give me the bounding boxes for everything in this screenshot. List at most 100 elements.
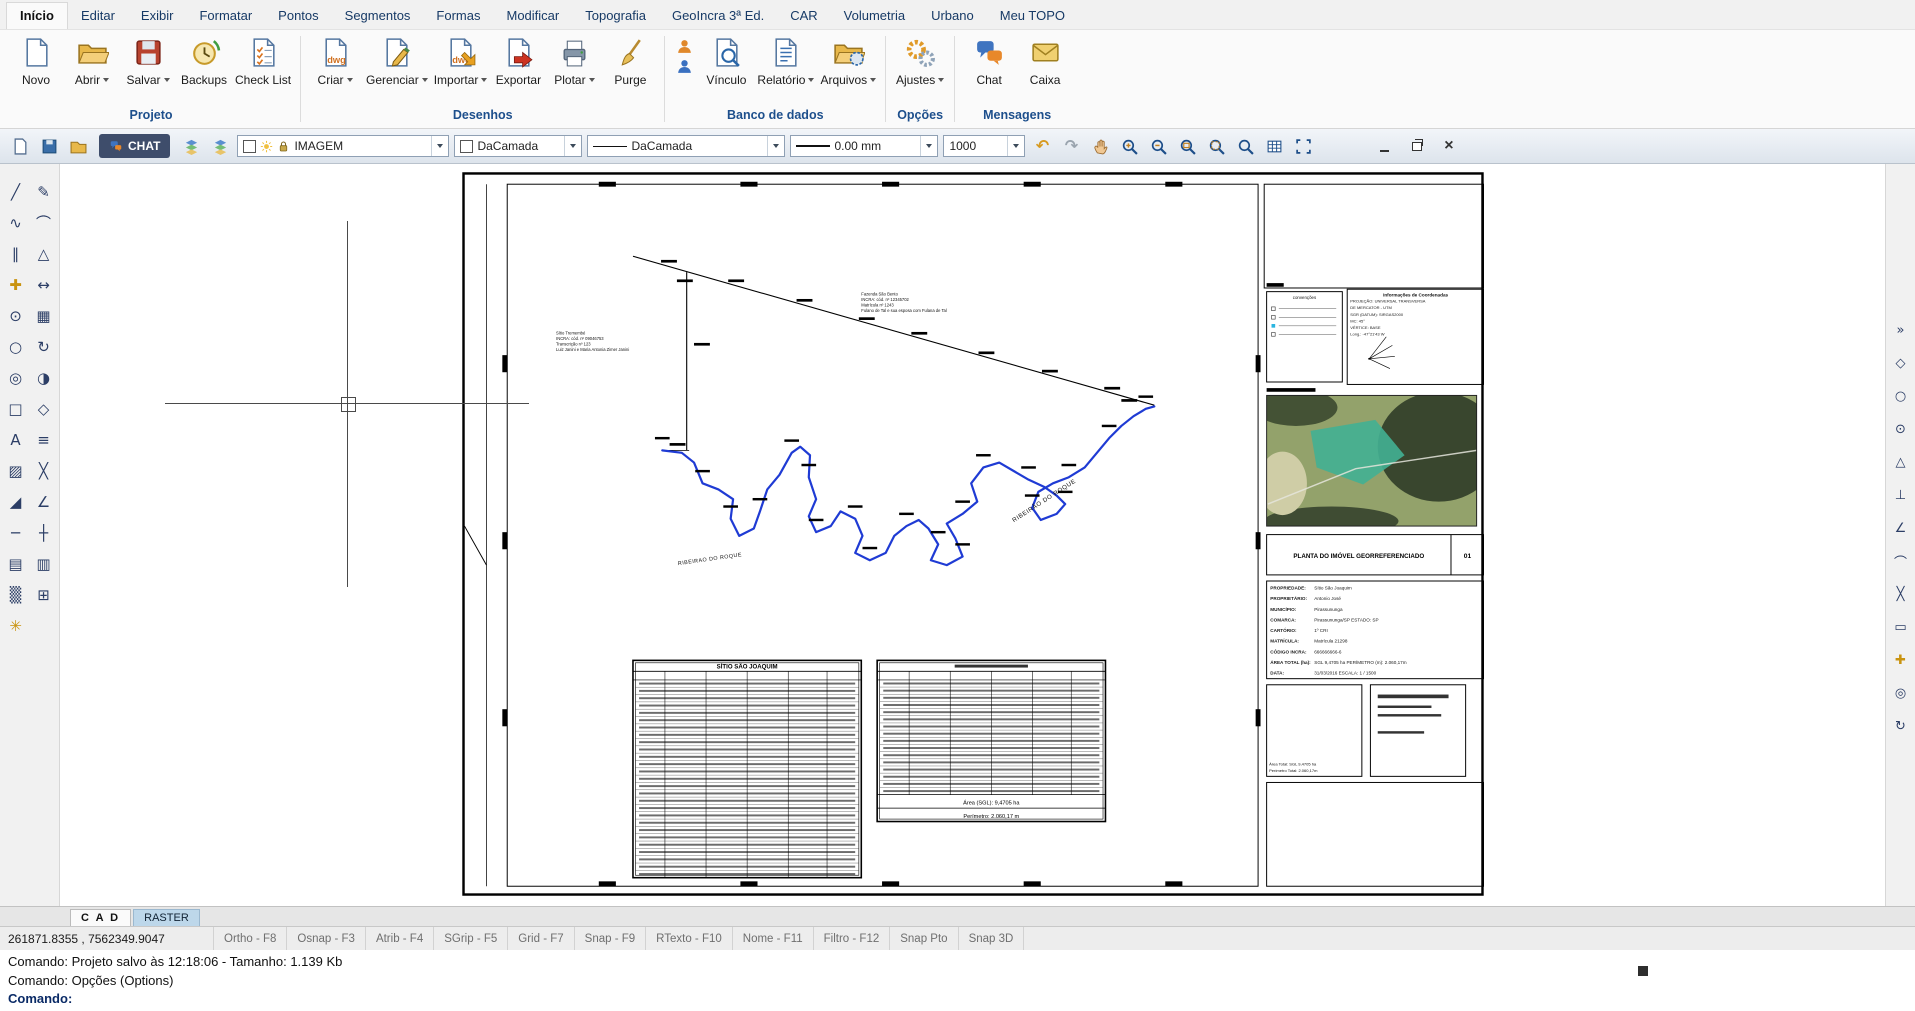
- zoom-previous-button[interactable]: [1233, 134, 1257, 158]
- drawing-sheet[interactable]: Fazenda São Bento INCRA: cód. nº 1234570…: [462, 172, 1484, 896]
- command-area[interactable]: Comando: Projeto salvo às 12:18:06 - Tam…: [0, 950, 1915, 1011]
- draw-tool-button[interactable]: ∠: [30, 486, 58, 517]
- draw-tool-button[interactable]: A: [2, 424, 30, 455]
- redo-button[interactable]: ↷: [1059, 134, 1083, 158]
- importar-button[interactable]: Importar: [432, 33, 490, 90]
- draw-tool-button[interactable]: ○: [2, 331, 30, 362]
- draw-tool-button[interactable]: ≡: [30, 424, 58, 455]
- draw-tool-button[interactable]: ↔: [30, 269, 58, 300]
- osnap-tool-button[interactable]: ◇: [1896, 347, 1906, 380]
- draw-tool-button[interactable]: △: [30, 238, 58, 269]
- osnap-tool-button[interactable]: ○: [1895, 380, 1906, 413]
- fit-screen-button[interactable]: [1291, 134, 1315, 158]
- linetype-select[interactable]: DaCamada: [587, 135, 785, 157]
- layer-select[interactable]: IMAGEM: [237, 135, 449, 157]
- draw-tool-button[interactable]: ▨: [2, 455, 30, 486]
- draw-tool-button[interactable]: ◑: [30, 362, 58, 393]
- zoom-in-button[interactable]: [1117, 134, 1141, 158]
- osnap-tool-button[interactable]: ↻: [1895, 710, 1906, 743]
- ribbon-tab[interactable]: Topografia: [572, 3, 659, 29]
- draw-tool-button[interactable]: ⊞: [30, 579, 58, 610]
- status-toggle-button[interactable]: RTexto - F10: [645, 927, 732, 950]
- draw-tool-button[interactable]: ─: [2, 517, 30, 548]
- ribbon-tab[interactable]: Urbano: [918, 3, 987, 29]
- osnap-tool-button[interactable]: ⊙: [1895, 413, 1906, 446]
- datagrid-button[interactable]: [1262, 134, 1286, 158]
- restore-button[interactable]: [1403, 135, 1430, 157]
- scale-select[interactable]: 1000: [943, 135, 1025, 157]
- draw-tool-button[interactable]: ▒: [2, 579, 30, 610]
- draw-tool-button[interactable]: ┼: [30, 517, 58, 548]
- zoom-out-button[interactable]: [1146, 134, 1170, 158]
- osnap-tool-button[interactable]: ⊥: [1895, 479, 1906, 512]
- draw-tool-button[interactable]: ✎: [30, 176, 58, 207]
- status-toggle-button[interactable]: Nome - F11: [732, 927, 813, 950]
- ribbon-tab[interactable]: Formas: [423, 3, 493, 29]
- layer-manager-button[interactable]: [208, 134, 232, 158]
- abrir-button[interactable]: Abrir: [65, 33, 119, 90]
- tab-cad[interactable]: C A D: [70, 909, 131, 926]
- purge-button[interactable]: Purge: [603, 33, 657, 90]
- combo-arrow-icon[interactable]: [564, 136, 581, 156]
- draw-tool-button[interactable]: [30, 610, 58, 641]
- osnap-tool-button[interactable]: ╳: [1897, 578, 1905, 611]
- combo-arrow-icon[interactable]: [767, 136, 784, 156]
- command-scroll-handle[interactable]: [1638, 966, 1648, 976]
- osnap-tool-button[interactable]: ▭: [1894, 611, 1906, 644]
- zoom-window-button[interactable]: [1175, 134, 1199, 158]
- drawing-canvas[interactable]: Fazenda São Bento INCRA: cód. nº 1234570…: [60, 164, 1885, 906]
- status-toggle-button[interactable]: Grid - F7: [507, 927, 573, 950]
- layers-button[interactable]: [179, 134, 203, 158]
- osnap-tool-button[interactable]: △: [1896, 446, 1906, 479]
- status-toggle-button[interactable]: Snap Pto: [889, 927, 957, 950]
- minimize-button[interactable]: [1371, 135, 1398, 157]
- exportar-button[interactable]: Exportar: [491, 33, 545, 90]
- zoom-extents-button[interactable]: [1204, 134, 1228, 158]
- combo-arrow-icon[interactable]: [1007, 136, 1024, 156]
- backups-button[interactable]: Backups: [177, 33, 231, 90]
- draw-tool-button[interactable]: ∥: [2, 238, 30, 269]
- new-file-button[interactable]: [8, 134, 32, 158]
- save-file-button[interactable]: [37, 134, 61, 158]
- draw-tool-button[interactable]: ∿: [2, 207, 30, 238]
- ribbon-tab[interactable]: GeoIncra 3ª Ed.: [659, 3, 777, 29]
- draw-tool-button[interactable]: ⊙: [2, 300, 30, 331]
- combo-arrow-icon[interactable]: [431, 136, 448, 156]
- draw-tool-button[interactable]: □: [2, 393, 30, 424]
- chat-ribbon-button[interactable]: Chat: [962, 33, 1016, 90]
- draw-tool-button[interactable]: ╱: [2, 176, 30, 207]
- arquivos-button[interactable]: Arquivos: [818, 33, 878, 90]
- status-toggle-button[interactable]: Ortho - F8: [213, 927, 286, 950]
- ribbon-tab[interactable]: Início: [6, 2, 68, 29]
- chat-button[interactable]: CHAT: [99, 134, 170, 158]
- salvar-button[interactable]: Salvar: [121, 33, 175, 90]
- draw-tool-button[interactable]: ▤: [2, 548, 30, 579]
- draw-tool-button[interactable]: ↻: [30, 331, 58, 362]
- status-toggle-button[interactable]: Snap 3D: [958, 927, 1024, 950]
- ajustes-button[interactable]: Ajustes: [893, 33, 947, 90]
- plotar-button[interactable]: Plotar: [547, 33, 601, 90]
- relatorio-button[interactable]: Relatório: [755, 33, 816, 90]
- draw-tool-button[interactable]: ▦: [30, 300, 58, 331]
- status-toggle-button[interactable]: Filtro - F12: [813, 927, 890, 950]
- caixa-button[interactable]: Caixa: [1018, 33, 1072, 90]
- osnap-tool-button[interactable]: ◎: [1895, 677, 1906, 710]
- close-button[interactable]: [1435, 135, 1462, 157]
- color-select[interactable]: DaCamada: [454, 135, 582, 157]
- ribbon-tab[interactable]: Exibir: [128, 3, 187, 29]
- status-toggle-button[interactable]: Snap - F9: [574, 927, 646, 950]
- draw-tool-button[interactable]: ◢: [2, 486, 30, 517]
- osnap-tool-button[interactable]: ∠: [1895, 512, 1907, 545]
- ribbon-tab[interactable]: Meu TOPO: [987, 3, 1078, 29]
- osnap-tool-button[interactable]: »: [1897, 314, 1905, 347]
- criar-button[interactable]: Criar: [308, 33, 362, 90]
- novo-button[interactable]: Novo: [9, 33, 63, 90]
- vinculo-button[interactable]: Vínculo: [699, 33, 753, 90]
- pan-button[interactable]: [1088, 134, 1112, 158]
- ribbon-tab[interactable]: Formatar: [186, 3, 265, 29]
- ribbon-tab[interactable]: Pontos: [265, 3, 331, 29]
- draw-tool-button[interactable]: ▥: [30, 548, 58, 579]
- draw-tool-button[interactable]: ⌒: [30, 207, 58, 238]
- ribbon-tab[interactable]: Volumetria: [831, 3, 918, 29]
- open-file-button[interactable]: [66, 134, 90, 158]
